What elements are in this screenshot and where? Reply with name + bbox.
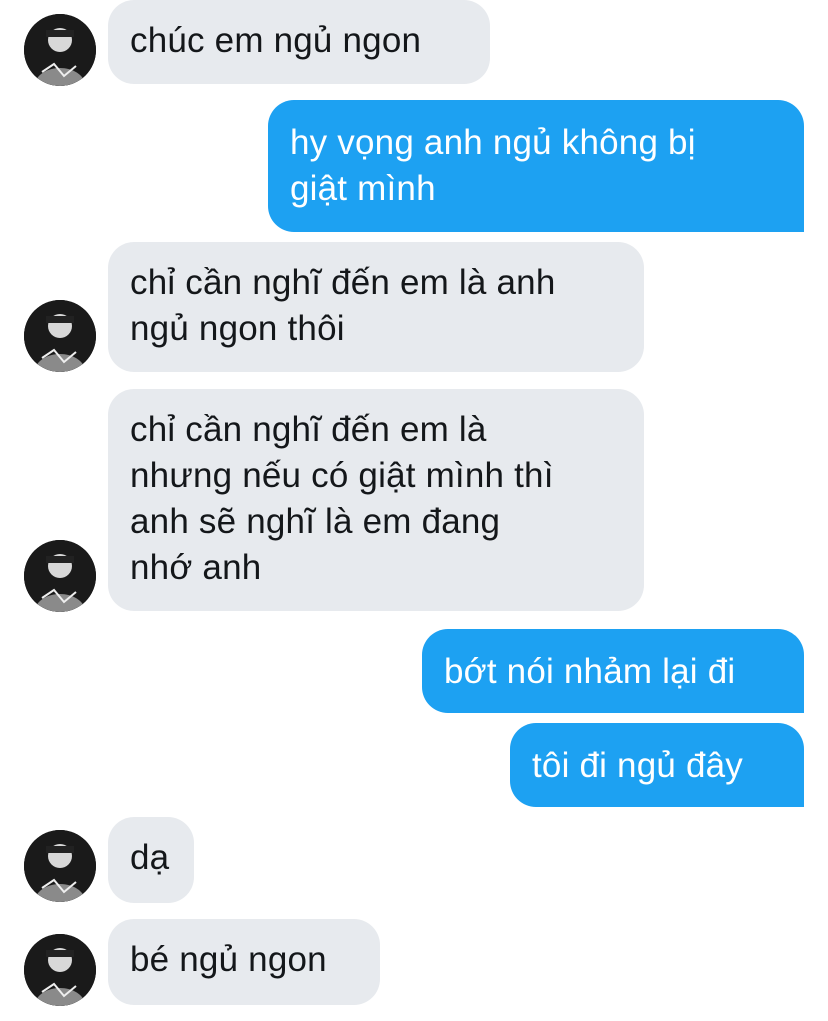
- incoming-message[interactable]: chỉ cần nghĩ đến em là anh ngủ ngon thôi: [108, 242, 644, 372]
- outgoing-message[interactable]: hy vọng anh ngủ không bị giật mình: [268, 100, 804, 232]
- incoming-message[interactable]: bé ngủ ngon: [108, 919, 380, 1005]
- incoming-message[interactable]: chúc em ngủ ngon: [108, 0, 490, 84]
- outgoing-message[interactable]: tôi đi ngủ đây: [510, 723, 804, 807]
- outgoing-message[interactable]: bớt nói nhảm lại đi: [422, 629, 804, 713]
- incoming-message[interactable]: dạ: [108, 817, 194, 903]
- contact-avatar-icon[interactable]: [24, 540, 96, 612]
- contact-avatar-icon[interactable]: [24, 300, 96, 372]
- contact-avatar-icon[interactable]: [24, 14, 96, 86]
- contact-avatar-icon[interactable]: [24, 934, 96, 1006]
- incoming-message[interactable]: chỉ cần nghĩ đến em là nhưng nếu có giật…: [108, 389, 644, 611]
- contact-avatar-icon[interactable]: [24, 830, 96, 902]
